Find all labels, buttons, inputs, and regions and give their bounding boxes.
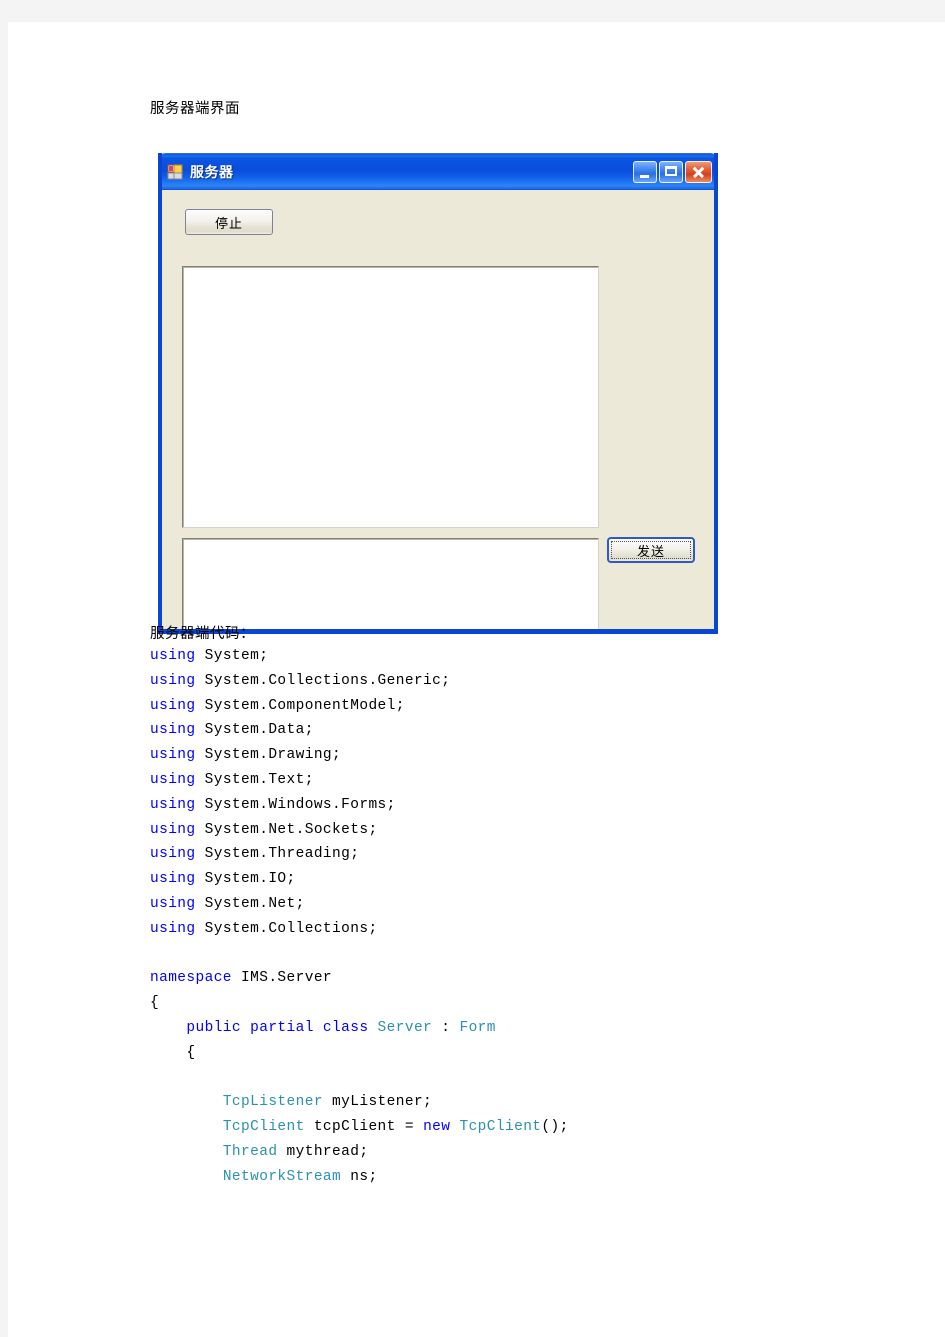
code-token: System; xyxy=(195,648,269,664)
heading-server-ui: 服务器端界面 xyxy=(150,101,240,117)
code-line: public partial class Server : Form xyxy=(150,1020,496,1036)
code-token: { xyxy=(150,995,160,1012)
send-button[interactable]: 发送 xyxy=(607,537,695,563)
code-token: using xyxy=(150,846,196,863)
code-token: NetworkStream xyxy=(222,1168,342,1185)
code-line: using System.Drawing; xyxy=(150,747,341,763)
code-line: using System.Collections; xyxy=(150,921,378,937)
code-token: System.Data; xyxy=(195,722,314,739)
code-token: System.Net; xyxy=(195,896,305,912)
code-token: using xyxy=(150,722,196,739)
code-token: System.Drawing; xyxy=(195,747,342,764)
code-token: ns; xyxy=(341,1168,378,1185)
code-token: Thread xyxy=(222,1144,278,1160)
minimize-button[interactable] xyxy=(633,161,657,183)
code-token: Server xyxy=(377,1020,433,1036)
code-line: using System.Text; xyxy=(150,772,314,788)
code-token: System.Collections.Generic; xyxy=(195,672,451,689)
code-line: Thread mythread; xyxy=(150,1144,368,1160)
page-viewer-left-margin xyxy=(0,0,8,1337)
code-line: using System.Net.Sockets; xyxy=(150,822,378,838)
code-token: mythread; xyxy=(277,1144,369,1160)
window-client-area: 停止 发送 xyxy=(162,190,714,634)
code-token: myListener; xyxy=(322,1094,433,1111)
page-viewer-top-margin xyxy=(0,0,945,22)
code-token: using xyxy=(150,871,196,888)
code-line: TcpClient tcpClient = new TcpClient(); xyxy=(150,1119,569,1135)
window-caption-buttons xyxy=(633,161,712,183)
code-line: using System.Data; xyxy=(150,722,314,738)
code-token: System.IO; xyxy=(195,871,296,888)
code-line: TcpListener myListener; xyxy=(150,1094,432,1110)
code-token: namespace xyxy=(150,970,232,987)
maximize-button[interactable] xyxy=(659,161,683,183)
code-token: : xyxy=(432,1020,460,1036)
code-token: using xyxy=(150,896,196,912)
code-line: using System.Collections.Generic; xyxy=(150,673,450,689)
code-token: System.ComponentModel; xyxy=(195,697,405,714)
code-token: public partial class xyxy=(150,1020,378,1036)
code-line: namespace IMS.Server xyxy=(150,970,332,986)
stop-button[interactable]: 停止 xyxy=(185,209,273,235)
code-token: using xyxy=(150,648,196,664)
send-button-label: 发送 xyxy=(636,544,665,560)
code-token: IMS.Server xyxy=(231,970,333,987)
code-token: System.Collections; xyxy=(195,920,378,937)
log-textbox[interactable] xyxy=(182,266,599,528)
message-textbox[interactable] xyxy=(182,538,599,634)
window-title-bar[interactable]: 服务器 xyxy=(162,153,714,190)
code-line: using System.Threading; xyxy=(150,846,359,862)
code-token: System.Net.Sockets; xyxy=(195,821,378,838)
code-token: (); xyxy=(541,1119,569,1136)
code-token: using xyxy=(150,821,196,838)
code-token: System.Text; xyxy=(195,772,314,788)
code-token: tcpClient = xyxy=(304,1119,424,1136)
heading-server-code: 服务器端代码： xyxy=(150,626,255,642)
server-window: 服务器 停止 发送 xyxy=(158,153,718,634)
window-title-text: 服务器 xyxy=(190,165,234,181)
code-token: using xyxy=(150,796,196,813)
code-token: using xyxy=(150,772,196,788)
code-token: Form xyxy=(459,1020,496,1036)
code-token: { xyxy=(150,1044,196,1061)
code-line: using System.IO; xyxy=(150,871,296,887)
stop-button-label: 停止 xyxy=(214,216,243,232)
windows-form-icon xyxy=(167,164,183,180)
code-token: using xyxy=(150,697,196,714)
code-line: using System.Net; xyxy=(150,896,305,912)
code-token: new xyxy=(423,1119,451,1136)
code-line: using System.Windows.Forms; xyxy=(150,797,396,813)
code-token: System.Windows.Forms; xyxy=(195,796,396,813)
code-token: using xyxy=(150,747,196,764)
code-token: using xyxy=(150,920,196,937)
code-line: { xyxy=(150,995,159,1011)
code-line: using System.ComponentModel; xyxy=(150,698,405,714)
document-page: 服务器端界面 服务器 停止 发送 服务器端代码： using System; u… xyxy=(8,22,945,1337)
code-line: using System; xyxy=(150,648,268,664)
code-token: TcpListener xyxy=(222,1094,323,1111)
code-token: using xyxy=(150,672,196,689)
code-token: TcpClient xyxy=(459,1119,542,1136)
close-button[interactable] xyxy=(685,161,712,183)
code-token: System.Threading; xyxy=(195,846,360,863)
code-line: { xyxy=(150,1045,196,1061)
code-token: TcpClient xyxy=(222,1119,305,1136)
code-line: NetworkStream ns; xyxy=(150,1169,378,1185)
